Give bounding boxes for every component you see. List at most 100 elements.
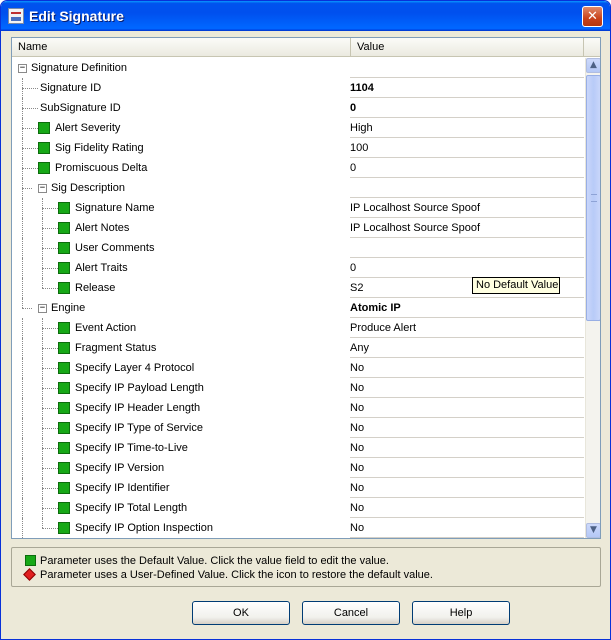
row-label: Specify IP Identifier <box>75 482 170 494</box>
row-value-field[interactable]: Produce Alert <box>350 318 584 338</box>
tree-connector <box>22 438 23 458</box>
row-label: Specify IP Total Length <box>75 502 188 514</box>
row-name-cell: User Comments <box>12 238 349 258</box>
grid-row[interactable]: User Comments <box>12 238 584 258</box>
row-value-field[interactable]: Any <box>350 338 584 358</box>
grid-row[interactable]: Specify IP Time-to-Live No <box>12 438 584 458</box>
row-value-field[interactable]: No <box>350 358 584 378</box>
legend-user-text: Parameter uses a User-Defined Value. Cli… <box>40 569 433 581</box>
row-value-field[interactable] <box>350 238 584 258</box>
title-bar[interactable]: Edit Signature ✕ <box>1 1 610 31</box>
default-value-icon[interactable] <box>38 162 50 174</box>
scroll-down-button[interactable]: ▼ <box>586 523 600 538</box>
grid-row[interactable]: Specify IP Option Inspection No <box>12 518 584 538</box>
grid-row[interactable]: Specify IP Total Length No <box>12 498 584 518</box>
row-value-field[interactable]: Atomic IP <box>350 298 584 318</box>
default-value-icon[interactable] <box>58 202 70 214</box>
grid-row[interactable]: Fragment Status Any <box>12 338 584 358</box>
grid-row[interactable]: Alert Traits 0 <box>12 258 584 278</box>
cancel-button[interactable]: Cancel <box>302 601 400 625</box>
default-value-icon[interactable] <box>58 522 70 534</box>
collapse-toggle-icon[interactable]: − <box>38 184 47 193</box>
tree-connector <box>22 218 23 238</box>
row-value-field[interactable]: 0 <box>350 158 584 178</box>
default-value-icon[interactable] <box>58 402 70 414</box>
tree-connector <box>42 208 58 209</box>
row-value-field[interactable] <box>350 58 584 78</box>
grid-row[interactable]: SubSignature ID 0 <box>12 98 584 118</box>
default-value-icon[interactable] <box>58 382 70 394</box>
default-value-tooltip: No Default Value <box>472 277 560 294</box>
default-value-icon[interactable] <box>58 362 70 374</box>
tree-connector <box>22 378 23 398</box>
row-name-cell: Specify Layer 4 Protocol <box>12 358 349 378</box>
collapse-toggle-icon[interactable]: − <box>18 64 27 73</box>
close-button[interactable]: ✕ <box>582 6 603 27</box>
grid-row[interactable]: Signature Name IP Localhost Source Spoof <box>12 198 584 218</box>
grid-row[interactable]: − Engine Atomic IP <box>12 298 584 318</box>
grid-row[interactable]: Specify IP Payload Length No <box>12 378 584 398</box>
row-name-cell: Specify IP Total Length <box>12 498 349 518</box>
row-label: Specify IP Time-to-Live <box>75 442 188 454</box>
grid-row[interactable]: Promiscuous Delta 0 <box>12 158 584 178</box>
grid-row[interactable]: Specify IP Header Length No <box>12 398 584 418</box>
tree-connector <box>22 458 23 478</box>
grid-row[interactable]: Specify Layer 4 Protocol No <box>12 358 584 378</box>
collapse-toggle-icon[interactable]: − <box>38 304 47 313</box>
ok-button[interactable]: OK <box>192 601 290 625</box>
default-value-icon[interactable] <box>58 322 70 334</box>
default-value-icon[interactable] <box>58 222 70 234</box>
scrollbar-thumb[interactable] <box>586 75 600 321</box>
row-value-field[interactable] <box>350 178 584 198</box>
grid-row[interactable]: Event Action Produce Alert <box>12 318 584 338</box>
row-value-field[interactable]: No <box>350 458 584 478</box>
row-value-field[interactable]: IP Localhost Source Spoof <box>350 218 584 238</box>
tree-connector <box>42 228 58 229</box>
row-value-field[interactable]: No <box>350 398 584 418</box>
row-value-field[interactable]: No <box>350 418 584 438</box>
vertical-scrollbar[interactable]: ▲ ▼ <box>585 58 600 538</box>
grid-row[interactable]: Specify IP Version No <box>12 458 584 478</box>
grid-row[interactable]: Alert Severity High <box>12 118 584 138</box>
default-value-icon[interactable] <box>58 442 70 454</box>
help-button[interactable]: Help <box>412 601 510 625</box>
tree-connector <box>42 528 58 529</box>
row-value-field[interactable]: No <box>350 378 584 398</box>
default-value-icon[interactable] <box>38 142 50 154</box>
column-header-name[interactable]: Name <box>12 38 351 57</box>
default-value-icon[interactable] <box>58 482 70 494</box>
row-value-field[interactable]: High <box>350 118 584 138</box>
default-value-icon[interactable] <box>58 462 70 474</box>
row-value-field[interactable]: 0 <box>350 258 584 278</box>
row-name-cell: Specify IP Header Length <box>12 398 349 418</box>
grid-row[interactable]: Signature ID 1104 <box>12 78 584 98</box>
column-header-value[interactable]: Value <box>351 38 584 57</box>
grid-row[interactable]: Specify IP Type of Service No <box>12 418 584 438</box>
grid-row[interactable]: − Signature Definition <box>12 58 584 78</box>
grid-row[interactable]: Sig Fidelity Rating 100 <box>12 138 584 158</box>
row-value-field[interactable]: No <box>350 438 584 458</box>
grid-row[interactable]: Specify IP Identifier No <box>12 478 584 498</box>
row-value-field[interactable]: 100 <box>350 138 584 158</box>
tree-connector <box>22 398 23 418</box>
scroll-up-button[interactable]: ▲ <box>586 58 600 73</box>
tree-connector <box>42 478 43 498</box>
row-value-field[interactable]: No <box>350 478 584 498</box>
row-label: Engine <box>51 302 86 314</box>
default-value-icon[interactable] <box>58 422 70 434</box>
grid-row[interactable]: − Sig Description <box>12 178 584 198</box>
row-value-field[interactable]: 1104 <box>350 78 584 98</box>
row-value-field[interactable]: IP Localhost Source Spoof <box>350 198 584 218</box>
default-value-icon[interactable] <box>58 342 70 354</box>
grid-row[interactable]: Alert Notes IP Localhost Source Spoof <box>12 218 584 238</box>
row-value-field[interactable]: 0 <box>350 98 584 118</box>
row-name-cell: Alert Traits <box>12 258 349 278</box>
row-value-field[interactable]: No <box>350 498 584 518</box>
default-value-icon[interactable] <box>58 242 70 254</box>
row-value-field[interactable]: No <box>350 518 584 538</box>
row-label: Specify IP Payload Length <box>75 382 204 394</box>
default-value-icon[interactable] <box>38 122 50 134</box>
default-value-icon[interactable] <box>58 282 70 294</box>
default-value-icon[interactable] <box>58 502 70 514</box>
default-value-icon[interactable] <box>58 262 70 274</box>
